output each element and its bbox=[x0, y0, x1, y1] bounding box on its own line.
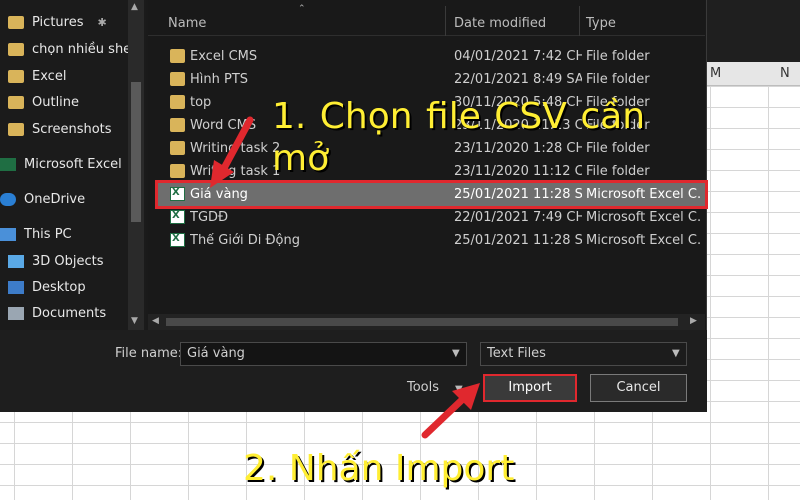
nav-item-label: Documents bbox=[32, 305, 107, 321]
file-date: 22/01/2021 7:49 CH bbox=[454, 210, 582, 225]
file-type: Microsoft Excel C... bbox=[586, 187, 702, 202]
h-scroll-thumb[interactable] bbox=[166, 318, 678, 326]
file-name: Thế Giới Di Động bbox=[190, 233, 300, 248]
nav-item-label: This PC bbox=[24, 226, 72, 242]
folder-icon bbox=[170, 95, 185, 109]
cube-icon bbox=[8, 254, 24, 268]
excel-file-icon bbox=[170, 233, 185, 247]
nav-item-microsoft-excel[interactable]: Microsoft Excel bbox=[0, 152, 128, 176]
nav-item-label: Screenshots bbox=[32, 121, 112, 137]
folder-icon bbox=[8, 122, 24, 136]
file-date: 25/01/2021 11:28 SA bbox=[454, 187, 582, 202]
column-divider[interactable] bbox=[445, 6, 446, 36]
excel-file-icon bbox=[170, 187, 185, 201]
nav-item-label: Desktop bbox=[32, 279, 86, 295]
file-type: Microsoft Excel C... bbox=[586, 210, 702, 225]
folder-icon bbox=[170, 164, 185, 178]
nav-item-desktop[interactable]: Desktop bbox=[8, 275, 136, 299]
nav-item-label: Outline bbox=[32, 94, 80, 110]
column-header-m[interactable]: M bbox=[710, 66, 721, 81]
nav-item-label: 3D Objects bbox=[32, 253, 104, 269]
dialog-footer: File name: Giá vàng ▼ Text Files ▼ Tools… bbox=[0, 330, 707, 412]
nav-item-screenshots[interactable]: Screenshots bbox=[8, 117, 136, 141]
table-row-selected[interactable]: Giá vàng 25/01/2021 11:28 SA Microsoft E… bbox=[155, 180, 708, 209]
cancel-button[interactable]: Cancel bbox=[590, 374, 687, 402]
nav-item-label: Microsoft Excel bbox=[24, 156, 122, 172]
excel-icon bbox=[0, 157, 16, 171]
folder-icon bbox=[8, 95, 24, 109]
nav-scroll-thumb[interactable] bbox=[131, 82, 141, 222]
scroll-up-icon[interactable]: ▲ bbox=[131, 2, 138, 12]
annotation-step-1: 1. Chọn file CSV cần mở bbox=[272, 96, 646, 179]
import-button[interactable]: Import bbox=[483, 374, 577, 402]
nav-item-outline[interactable]: Outline bbox=[8, 90, 136, 114]
column-date-header[interactable]: Date modified bbox=[454, 16, 546, 31]
chevron-down-icon[interactable]: ▼ bbox=[455, 384, 463, 395]
nav-item-3d-objects[interactable]: 3D Objects bbox=[8, 249, 136, 273]
file-name: Excel CMS bbox=[190, 49, 258, 64]
folder-icon bbox=[170, 118, 185, 132]
table-row[interactable]: Excel CMS 04/01/2021 7:42 CH File folder bbox=[158, 45, 705, 68]
annotation-step-2: 2. Nhấn Import bbox=[243, 448, 515, 489]
nav-scrollbar[interactable]: ▲ ▼ bbox=[128, 0, 144, 330]
scroll-right-icon[interactable]: ▶ bbox=[690, 316, 697, 326]
nav-item-label: OneDrive bbox=[24, 191, 86, 207]
file-type-filter[interactable]: Text Files bbox=[480, 342, 687, 366]
file-date: 22/01/2021 8:49 SA bbox=[454, 72, 582, 87]
chevron-down-icon[interactable]: ▼ bbox=[672, 348, 680, 359]
file-name: TGDĐ bbox=[190, 210, 229, 225]
documents-icon bbox=[8, 306, 24, 320]
nav-item-label: Pictures bbox=[32, 14, 84, 30]
nav-item-excel[interactable]: Excel bbox=[8, 64, 136, 88]
file-date: 25/01/2021 11:28 SA bbox=[454, 233, 582, 248]
folder-icon bbox=[8, 42, 24, 56]
pictures-icon bbox=[8, 15, 24, 29]
nav-item-pictures[interactable]: Pictures ✱ bbox=[8, 10, 136, 34]
file-type: Microsoft Excel C... bbox=[586, 233, 702, 248]
table-row[interactable]: Thế Giới Di Động 25/01/2021 11:28 SA Mic… bbox=[158, 229, 705, 252]
cloud-icon bbox=[0, 192, 16, 206]
folder-icon bbox=[8, 69, 24, 83]
column-header-n[interactable]: N bbox=[780, 66, 790, 81]
file-list-header: Name Date modified Type bbox=[148, 0, 705, 36]
navigation-pane: Pictures ✱ chọn nhiều shee Excel Outline… bbox=[0, 0, 146, 330]
file-name-input[interactable]: Giá vàng bbox=[180, 342, 467, 366]
chevron-down-icon[interactable]: ▼ bbox=[452, 348, 460, 359]
table-row[interactable]: Hình PTS 22/01/2021 8:49 SA File folder bbox=[158, 68, 705, 91]
nav-item-label: chọn nhiều shee bbox=[32, 41, 136, 57]
horizontal-scrollbar[interactable]: ◀ ▶ bbox=[148, 314, 705, 330]
file-name-label: File name: bbox=[115, 346, 183, 361]
nav-item-label: Excel bbox=[32, 68, 67, 84]
file-type: File folder bbox=[586, 72, 650, 87]
table-row[interactable]: TGDĐ 22/01/2021 7:49 CH Microsoft Excel … bbox=[158, 206, 705, 229]
nav-item-this-pc[interactable]: This PC bbox=[0, 222, 128, 246]
column-name-header[interactable]: Name bbox=[168, 16, 206, 31]
folder-icon bbox=[170, 72, 185, 86]
nav-item-documents[interactable]: Documents bbox=[8, 301, 136, 325]
nav-item-chon-nhieu-sheet[interactable]: chọn nhiều shee bbox=[8, 37, 136, 61]
file-type: File folder bbox=[586, 49, 650, 64]
column-header-bar: M N bbox=[700, 62, 800, 86]
file-name: Hình PTS bbox=[190, 72, 249, 87]
scroll-down-icon[interactable]: ▼ bbox=[131, 316, 138, 326]
file-date: 04/01/2021 7:42 CH bbox=[454, 49, 582, 64]
desktop-icon bbox=[8, 280, 24, 294]
open-file-dialog: Pictures ✱ chọn nhiều shee Excel Outline… bbox=[0, 0, 708, 412]
excel-file-icon bbox=[170, 210, 185, 224]
folder-icon bbox=[170, 141, 185, 155]
folder-icon bbox=[170, 49, 185, 63]
nav-item-onedrive[interactable]: OneDrive bbox=[0, 187, 128, 211]
computer-icon bbox=[0, 227, 16, 241]
column-type-header[interactable]: Type bbox=[586, 16, 616, 31]
tools-menu[interactable]: Tools bbox=[407, 380, 439, 395]
pin-icon: ✱ bbox=[97, 15, 107, 29]
column-divider[interactable] bbox=[579, 6, 580, 36]
scroll-left-icon[interactable]: ◀ bbox=[152, 316, 159, 326]
file-name: Giá vàng bbox=[190, 187, 248, 202]
